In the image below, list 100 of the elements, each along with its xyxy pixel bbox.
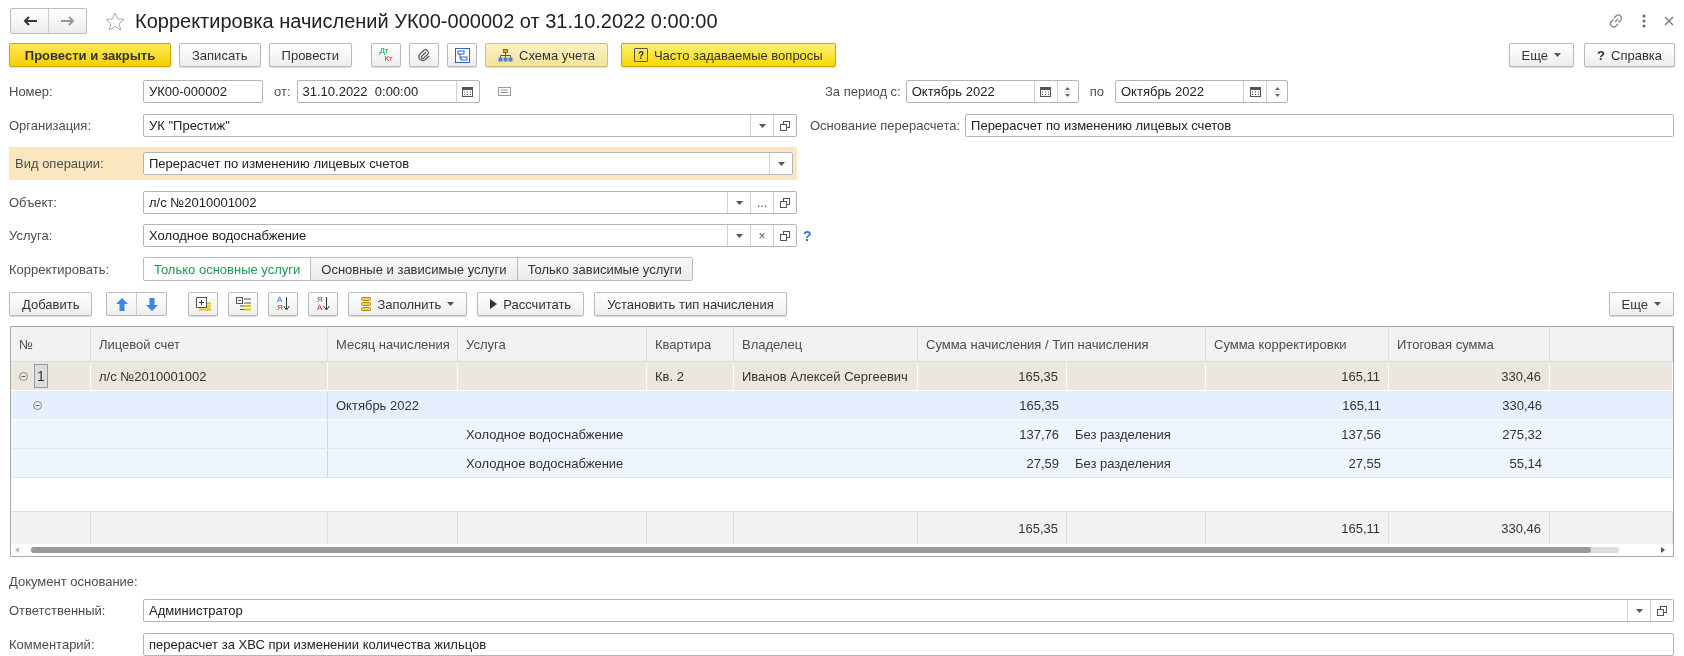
play-icon	[490, 299, 498, 309]
field-label: Документ основание:	[9, 574, 138, 589]
period-from-field[interactable]: Октябрь 2022	[905, 80, 1079, 103]
debit-credit-button[interactable]: Дт Кт	[371, 43, 402, 67]
back-arrow-icon	[22, 16, 37, 26]
date-field[interactable]: 31.10.2022 0:00:00	[296, 80, 480, 103]
calculate-button[interactable]: Рассчитать	[477, 292, 585, 316]
table-cell: Без разделения	[1075, 426, 1171, 442]
column-header[interactable]: Месяц начисления	[336, 336, 450, 352]
table-cell: Октябрь 2022	[336, 397, 419, 413]
column-header[interactable]: Лицевой счет	[99, 336, 181, 352]
field-label: по	[1089, 84, 1104, 99]
link-icon[interactable]	[1608, 13, 1624, 29]
post-and-close-button[interactable]: Провести и закрыть	[9, 43, 171, 67]
more-button[interactable]: Еще	[1608, 292, 1674, 316]
service-field[interactable]: Холодное водоснабжение ×	[143, 224, 797, 247]
hierarchy-icon	[498, 48, 514, 62]
field-label: Ответственный:	[9, 603, 107, 618]
fill-menu-button[interactable]: Заполнить	[348, 292, 468, 316]
down-arrow-icon	[145, 297, 158, 311]
sort-button[interactable]: Я А	[308, 292, 339, 316]
add-group-button[interactable]	[188, 292, 219, 316]
field-label: Объект:	[9, 195, 58, 210]
caret-icon	[447, 302, 455, 306]
field-label: Вид операции:	[14, 156, 105, 171]
table-cell: 165,11	[1342, 397, 1381, 413]
caret-icon	[1654, 302, 1661, 306]
table-toolbar-button[interactable]: Установить тип начисления	[594, 292, 787, 316]
field-label: Номер:	[9, 84, 54, 99]
caret-icon	[1635, 608, 1643, 613]
table-cell: 165,11	[1341, 368, 1380, 384]
open-window-icon	[1657, 605, 1667, 616]
table-cell: 330,46	[1501, 368, 1541, 384]
close-icon[interactable]	[1664, 16, 1674, 26]
table-cell: 27,55	[1348, 455, 1381, 471]
table-cell: 165,35	[1018, 368, 1058, 384]
operation-field[interactable]: Перерасчет по изменению лицевых счетов	[143, 152, 793, 175]
column-header[interactable]: Услуга	[466, 336, 506, 352]
field-button[interactable]: ×	[750, 225, 773, 246]
segment-option[interactable]: Основные и зависимые услуги	[310, 258, 517, 280]
object-field[interactable]: л/с №2010001002 ...	[143, 191, 797, 214]
toolbar-button[interactable]: Записать	[179, 43, 261, 67]
table-cell: Холодное водоснабжение	[466, 426, 624, 442]
field-label: За период с:	[825, 84, 901, 99]
stack-icon	[361, 297, 372, 311]
number-field[interactable]: УК00-000002	[143, 80, 263, 103]
collapse-icon[interactable]	[19, 371, 28, 381]
caret-icon	[758, 123, 766, 128]
table-cell: Холодное водоснабжение	[466, 455, 624, 471]
up-arrow-icon	[115, 297, 128, 311]
collapse-icon[interactable]	[33, 400, 42, 410]
column-header[interactable]: Сумма начисления / Тип начисления	[926, 336, 1149, 352]
caret-icon	[1554, 53, 1562, 57]
star-icon[interactable]	[105, 11, 125, 31]
open-window-icon	[780, 197, 790, 208]
help-button[interactable]: ? Справка	[1584, 43, 1675, 67]
table-cell: 275,32	[1502, 426, 1542, 442]
down-arrow-icon	[282, 297, 290, 311]
segment-option[interactable]: Только зависимые услуги	[516, 258, 692, 280]
table-cell: 165,35	[1019, 397, 1059, 413]
column-header[interactable]: Сумма корректировки	[1214, 336, 1347, 352]
column-header[interactable]: Квартира	[655, 336, 712, 352]
column-header[interactable]: №	[19, 336, 33, 352]
list-icon	[235, 297, 251, 311]
table-toolbar-button[interactable]: Добавить	[9, 292, 93, 316]
help-icon: ?	[1597, 47, 1605, 63]
field-label: Корректировать:	[9, 261, 111, 277]
table-cell: 137,56	[1341, 426, 1381, 442]
comment-field[interactable]: перерасчет за ХВС при изменении количества жильцов	[143, 633, 1674, 656]
structure-button[interactable]	[447, 43, 478, 67]
more-button[interactable]: Еще	[1508, 43, 1575, 67]
column-header[interactable]: Владелец	[742, 336, 803, 352]
responsible-field[interactable]: Администратор	[143, 599, 1674, 622]
paperclip-icon	[417, 48, 432, 62]
open-window-icon	[780, 230, 790, 241]
caret-icon	[735, 200, 743, 205]
accounting-scheme-button[interactable]: Схема учета	[485, 43, 608, 67]
field-button[interactable]: ...	[750, 192, 773, 213]
period-to-field[interactable]: Октябрь 2022	[1115, 80, 1288, 103]
faq-button[interactable]: ? Часто задаваемые вопросы	[620, 43, 836, 67]
caret-icon	[735, 233, 743, 238]
table-cell: л/с №2010001002	[99, 368, 207, 384]
forward-arrow-icon	[60, 16, 75, 26]
calendar-icon	[462, 86, 473, 97]
comment-icon[interactable]	[497, 87, 511, 96]
list-button[interactable]	[228, 292, 259, 316]
total-cell: 165,35	[1018, 520, 1058, 536]
attach-button[interactable]	[409, 43, 440, 67]
structure-icon	[454, 47, 470, 63]
help-icon: ?	[633, 48, 648, 62]
sort-button[interactable]: А Я	[268, 292, 299, 316]
organization-field[interactable]: УК "Престиж"	[143, 114, 797, 137]
basis-field[interactable]: Перерасчет по изменению лицевых счетов	[965, 114, 1674, 137]
field-label: от:	[274, 84, 291, 99]
toolbar-button[interactable]: Провести	[268, 43, 353, 67]
column-header[interactable]: Итоговая сумма	[1397, 336, 1494, 352]
more-vertical-icon[interactable]	[1642, 14, 1646, 28]
table-cell: 55,14	[1509, 455, 1542, 471]
table-cell: 330,46	[1502, 397, 1542, 413]
help-link[interactable]: ?	[803, 227, 812, 244]
